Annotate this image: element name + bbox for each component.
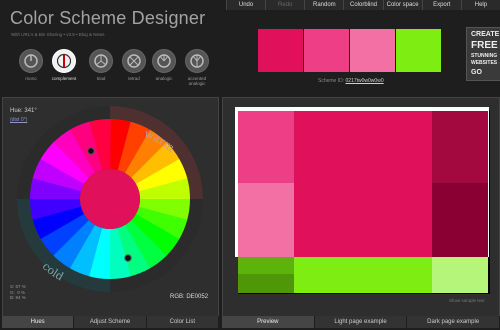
app-title: Color Scheme Designer: [10, 8, 206, 28]
preview-block-complement-light-a: [432, 257, 488, 274]
swatch-secondary-a[interactable]: [304, 29, 349, 72]
tab-hues[interactable]: Hues: [2, 316, 75, 328]
preview-block-complement-light-b: [432, 274, 488, 293]
menu-redo[interactable]: Redo: [265, 0, 304, 10]
rgb-readout: RGB: DE0052: [170, 294, 209, 300]
preview-block-primary: [294, 111, 432, 257]
mono-scheme-icon: [19, 49, 43, 73]
scheme-type-tetrad[interactable]: tetrad: [117, 49, 151, 81]
right-tabs: Preview Light page example Dark page exa…: [222, 316, 500, 328]
preview-block-primary-deep: [432, 183, 488, 257]
preview-block-complement-dark-a: [238, 257, 294, 274]
hsv-readout: S: 67 % G: 0 % B: 94 %: [10, 284, 26, 300]
app-subtitle[interactable]: With URL's & Bin Sharing • v3.5 • Blog &…: [11, 32, 105, 37]
scheme-id-link[interactable]: 0217tw0w0w0w0: [346, 78, 384, 84]
scheme-type-complement[interactable]: complement: [47, 49, 81, 81]
preview-block-complement-dark-b: [238, 274, 294, 293]
complement-scheme-icon: [52, 49, 76, 73]
tab-preview[interactable]: Preview: [222, 316, 315, 328]
complement-hue-marker[interactable]: [124, 254, 132, 262]
tetrad-scheme-icon: [122, 49, 146, 73]
preview-block-primary-dark: [432, 111, 488, 183]
color-wheel[interactable]: warm cold: [14, 103, 214, 303]
menu-undo[interactable]: Undo: [226, 0, 265, 10]
triad-scheme-icon: [89, 49, 113, 73]
swatch-primary[interactable]: [258, 29, 303, 72]
tab-adjust-scheme[interactable]: Adjust Scheme: [74, 316, 147, 328]
scheme-type-triad[interactable]: triad: [84, 49, 118, 81]
menu-colorblind[interactable]: Colorblind: [343, 0, 382, 10]
preview-block-complement: [294, 257, 432, 293]
preview-block-secondary-light: [238, 183, 294, 257]
preview-block-secondary: [238, 111, 294, 183]
scheme-type-accented-analogic[interactable]: accented analogic: [180, 49, 214, 86]
menu-color-space[interactable]: Color space: [382, 0, 422, 10]
left-tabs: Hues Adjust Scheme Color List: [2, 316, 219, 328]
accented-analogic-scheme-icon: [185, 49, 209, 73]
tab-color-list[interactable]: Color List: [146, 316, 219, 328]
wheel-center-swatch: [80, 169, 140, 229]
tab-light-page-example[interactable]: Light page example: [314, 316, 408, 328]
analogic-scheme-icon: [152, 49, 176, 73]
scheme-type-mono[interactable]: mono: [14, 49, 48, 81]
menu-help[interactable]: Help: [460, 0, 500, 10]
swatch-complement[interactable]: [396, 29, 441, 72]
menu-export[interactable]: Export: [421, 0, 461, 10]
show-sample-text-link[interactable]: Show sample text: [449, 298, 485, 303]
swatch-secondary-b[interactable]: [350, 29, 395, 72]
primary-hue-marker[interactable]: [87, 147, 95, 155]
scheme-type-analogic[interactable]: analogic: [147, 49, 181, 81]
menu-random[interactable]: Random: [304, 0, 343, 10]
advertisement[interactable]: CREATE FREE STUNNING WEBSITES GO: [466, 27, 500, 81]
tab-dark-page-example[interactable]: Dark page example: [407, 316, 500, 328]
scheme-id: Scheme ID: 0217tw0w0w0w0: [318, 78, 384, 84]
scheme-type-selector: mono complement triad tetrad analogic ac…: [14, 49, 214, 89]
top-menu: Undo Redo Random Colorblind Color space …: [226, 0, 500, 10]
